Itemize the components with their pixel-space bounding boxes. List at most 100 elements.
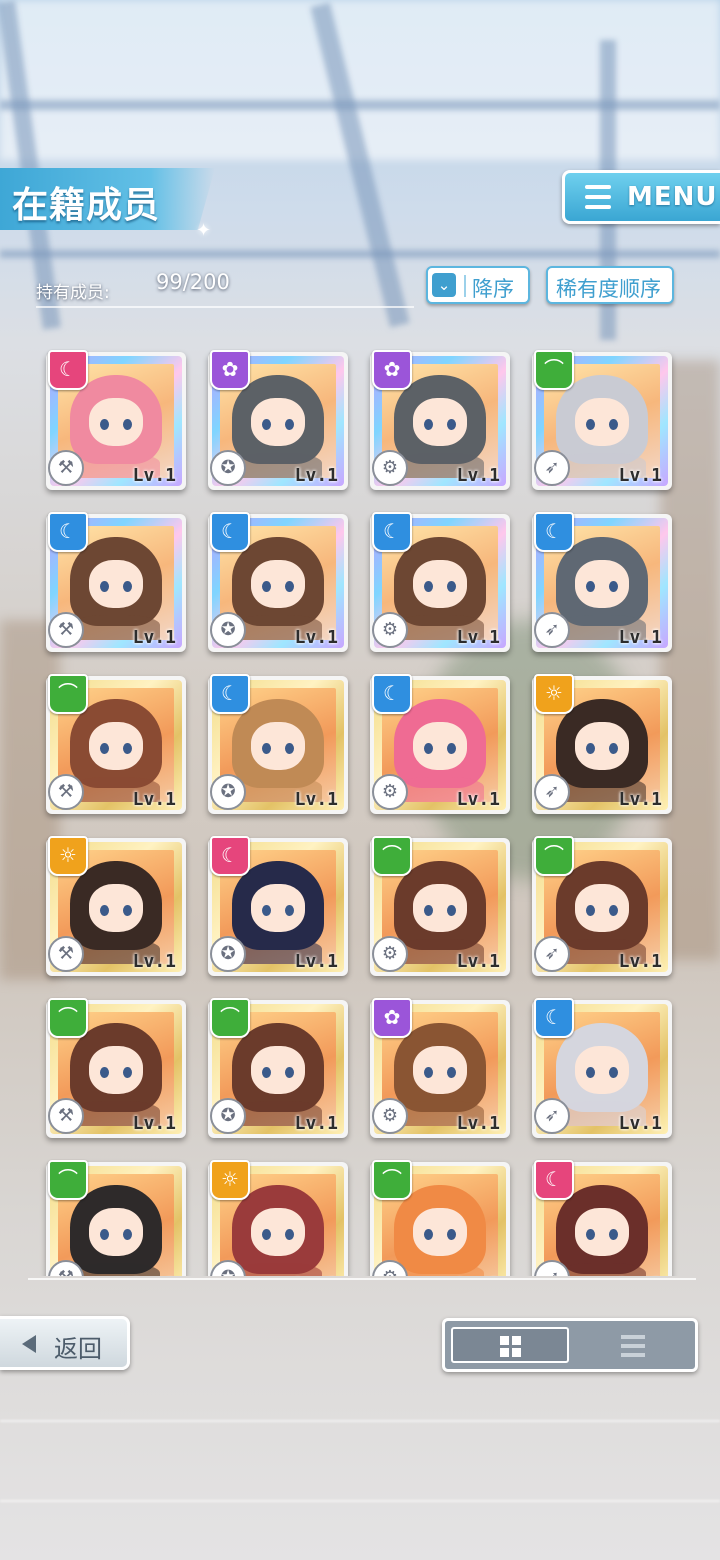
member-card[interactable]: ✿ ✪ Lv.1 <box>208 350 348 490</box>
role-type-icon: ✪ <box>210 774 246 810</box>
member-card[interactable]: ⌒⚒Lv.1 <box>46 1160 186 1276</box>
member-card[interactable]: ☾ ✪ Lv.1 <box>208 674 348 814</box>
attribute-icon: ⌒ <box>534 350 574 390</box>
role-type-icon: ⚒ <box>48 1098 84 1134</box>
member-card[interactable]: ✿ ⚙ Lv.1 <box>370 350 510 490</box>
view-mode-toggle <box>442 1318 698 1372</box>
attribute-icon: ⌒ <box>534 836 574 876</box>
level-label: Lv.1 <box>618 1113 662 1134</box>
role-type-icon: ⚒ <box>48 450 84 486</box>
member-card[interactable]: ⌒ ✪ Lv.1 <box>208 998 348 1138</box>
member-card[interactable]: ☾ ⚒ Lv.1 <box>46 512 186 652</box>
hamburger-icon <box>585 185 611 209</box>
level-label: Lv.1 <box>456 627 500 648</box>
role-type-icon: ⚙ <box>372 936 408 972</box>
level-label: Lv.1 <box>294 789 338 810</box>
level-label: Lv.1 <box>294 1113 338 1134</box>
attribute-icon: ☼ <box>534 674 574 714</box>
divider <box>464 275 466 297</box>
list-view-button[interactable] <box>621 1335 645 1357</box>
member-card[interactable]: ☾ ✪ Lv.1 <box>208 836 348 976</box>
member-card[interactable]: ☾ ⚒ Lv.1 <box>46 350 186 490</box>
attribute-icon: ⌒ <box>48 1160 88 1200</box>
role-type-icon: ⚙ <box>372 1098 408 1134</box>
member-card[interactable]: ⌒⚙Lv.1 <box>370 836 510 976</box>
attribute-icon: ☾ <box>534 1160 574 1200</box>
sort-order-button[interactable]: ⌄ 降序 <box>426 266 530 304</box>
level-label: Lv.1 <box>618 951 662 972</box>
attribute-icon: ⌒ <box>372 1160 412 1200</box>
member-card[interactable]: ☾ ⚙ Lv.1 <box>370 674 510 814</box>
level-label: Lv.1 <box>132 627 176 648</box>
level-label: Lv.1 <box>618 465 662 486</box>
level-label: Lv.1 <box>457 1275 500 1276</box>
member-card[interactable]: ⌒ ⚒ Lv.1 <box>46 998 186 1138</box>
member-card[interactable]: ☼ ➶ Lv.1 <box>532 674 672 814</box>
back-arrow-icon <box>22 1335 36 1353</box>
role-type-icon: ✪ <box>210 612 246 648</box>
role-type-icon: ✪ <box>210 936 246 972</box>
sort-by-rarity-label: 稀有度顺序 <box>556 277 661 301</box>
level-label: Lv.1 <box>295 1275 338 1276</box>
member-card[interactable]: ☾➶Lv.1 <box>532 512 672 652</box>
chevron-double-down-icon: ⌄ <box>432 273 456 297</box>
member-card[interactable]: ☾➶Lv.1 <box>532 1160 672 1276</box>
sort-by-rarity-button[interactable]: 稀有度顺序 <box>546 266 674 304</box>
level-label: Lv.1 <box>132 789 176 810</box>
page-title: 在籍成员 <box>12 185 161 226</box>
level-label: Lv.1 <box>456 789 500 810</box>
attribute-icon: ✿ <box>372 350 412 390</box>
member-card[interactable]: ☼ ⚒ Lv.1 <box>46 836 186 976</box>
level-label: Lv.1 <box>294 465 338 486</box>
role-type-icon: ➶ <box>534 774 570 810</box>
member-grid[interactable]: ☾ ⚒ Lv.1 ✿ ✪ Lv.1 ✿ ⚙ Lv.1 ⌒ ➶ Lv.1 ☾ ⚒ Lv.1 ☾ ✪ Lv.1 ☾ ⚙ Lv… <box>28 332 696 1276</box>
role-type-icon: ⚒ <box>48 936 84 972</box>
role-type-icon: ⚒ <box>48 774 84 810</box>
member-card[interactable]: ⌒⚒Lv.1 <box>46 674 186 814</box>
role-type-icon: ✪ <box>210 450 246 486</box>
level-label: Lv.1 <box>132 1113 176 1134</box>
back-button[interactable]: 返回 <box>0 1316 130 1370</box>
member-card[interactable]: ✿ ⚙ Lv.1 <box>370 998 510 1138</box>
list-icon <box>621 1335 645 1339</box>
member-card[interactable]: ☾➶Lv.1 <box>532 998 672 1138</box>
menu-button[interactable]: MENU <box>562 170 720 224</box>
page-title-banner: 在籍成员 <box>0 168 215 230</box>
attribute-icon: ☾ <box>210 836 250 876</box>
owned-members-label: 持有成员: <box>36 283 110 303</box>
level-label: Lv.1 <box>456 951 500 972</box>
attribute-icon: ☾ <box>48 512 88 552</box>
level-label: Lv.1 <box>132 465 176 486</box>
level-label: Lv.1 <box>618 789 662 810</box>
member-card[interactable]: ⌒ ➶ Lv.1 <box>532 350 672 490</box>
grid-icon <box>500 1336 509 1345</box>
grid-view-button[interactable] <box>451 1327 569 1363</box>
level-label: Lv.1 <box>132 951 176 972</box>
member-card[interactable]: ☼✪Lv.1 <box>208 1160 348 1276</box>
role-type-icon: ✪ <box>210 1098 246 1134</box>
sort-order-label: 降序 <box>472 277 514 301</box>
role-type-icon: ➶ <box>534 612 570 648</box>
level-label: Lv.1 <box>294 951 338 972</box>
role-type-icon: ➶ <box>534 450 570 486</box>
attribute-icon: ☾ <box>534 998 574 1038</box>
member-card[interactable]: ⌒ ➶ Lv.1 <box>532 836 672 976</box>
attribute-icon: ☾ <box>210 512 250 552</box>
sparkle-icon: ✦ <box>196 220 212 241</box>
attribute-icon: ☾ <box>210 674 250 714</box>
divider <box>36 306 414 308</box>
back-label: 返回 <box>54 1335 102 1363</box>
attribute-icon: ⌒ <box>48 998 88 1038</box>
level-label: Lv.1 <box>294 627 338 648</box>
member-card[interactable]: ☾ ⚙ Lv.1 <box>370 512 510 652</box>
role-type-icon: ⚙ <box>372 450 408 486</box>
owned-members-count: 99/200 <box>156 270 230 294</box>
role-type-icon: ⚙ <box>372 774 408 810</box>
attribute-icon: ☼ <box>210 1160 250 1200</box>
level-label: Lv.1 <box>619 1275 662 1276</box>
member-card[interactable]: ⌒⚙Lv.1 <box>370 1160 510 1276</box>
level-label: Lv.1 <box>618 627 662 648</box>
member-card[interactable]: ☾ ✪ Lv.1 <box>208 512 348 652</box>
attribute-icon: ⌒ <box>210 998 250 1038</box>
role-type-icon: ⚒ <box>48 612 84 648</box>
